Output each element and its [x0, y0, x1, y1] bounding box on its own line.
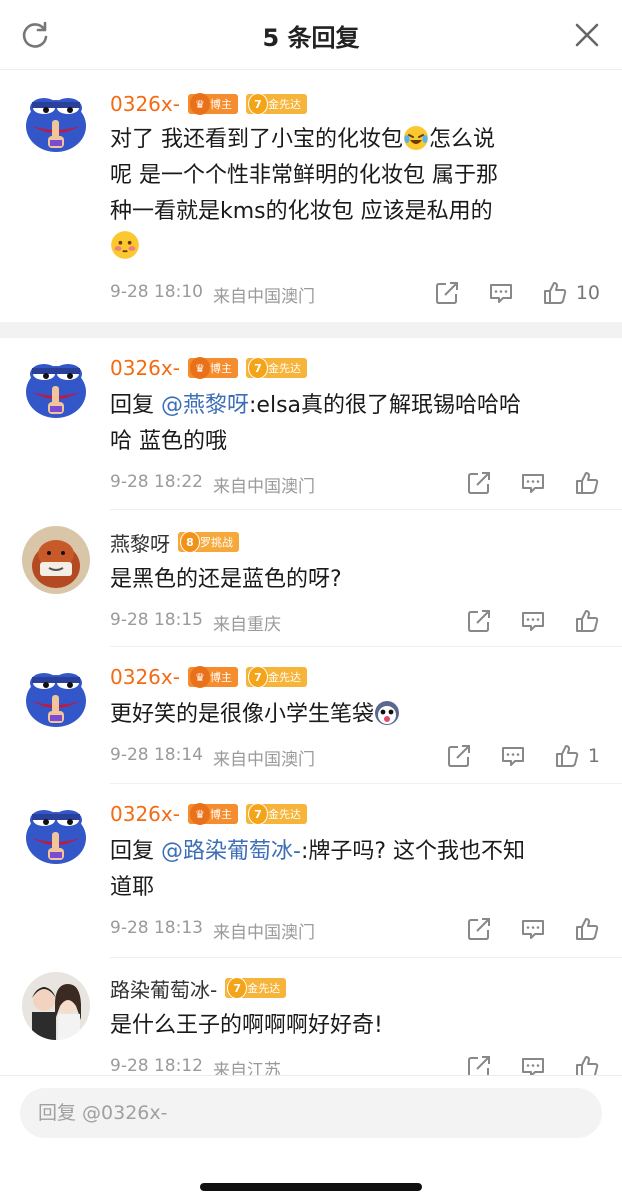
share-icon[interactable] [446, 743, 472, 769]
blogger-badge: ♛ 博主 [187, 357, 238, 379]
reply-item: 燕黎呀 8 罗挑战 是黑色的还是蓝色的呀? 9-28 18:15 来自重庆 [0, 510, 622, 647]
page-title: 5 条回复 [262, 24, 360, 52]
share-icon[interactable] [434, 280, 460, 306]
comment-time: 9-28 18:12 [110, 1056, 203, 1075]
like-icon[interactable] [542, 280, 568, 306]
crown-icon: ♛ [189, 803, 210, 825]
comment-text: 回复 @燕黎呀:elsa真的很了解珉锡哈哈哈 哈 蓝色的哦 [110, 393, 522, 454]
comment-source: 来自中国澳门 [212, 287, 315, 307]
level-badge[interactable]: 7 金先达 [225, 977, 287, 999]
comment-text: 是黑色的还是蓝色的呀? [110, 567, 342, 592]
laugh-cry-emoji-icon [404, 126, 428, 150]
comment-source: 来自江苏 [212, 1061, 281, 1075]
share-icon[interactable] [466, 1054, 492, 1075]
reply-item: 0326x- ♛ 博主 7 金先达 回复 @路染葡萄冰-:牌子吗? 这个我也不知 道… [0, 784, 622, 958]
username[interactable]: 0326x- [110, 92, 180, 116]
comment-icon[interactable] [520, 1054, 546, 1075]
like-icon[interactable] [574, 916, 600, 942]
avatar[interactable] [22, 352, 90, 420]
crown-icon: ♛ [189, 357, 210, 379]
level-badge[interactable]: 7 金先达 [245, 666, 307, 688]
share-icon[interactable] [466, 470, 492, 496]
level-badge[interactable]: 7 金先达 [245, 803, 307, 825]
comment-icon[interactable] [520, 470, 546, 496]
dog-emoji-icon [375, 701, 400, 725]
blogger-badge: ♛ 博主 [187, 803, 238, 825]
reply-item: 路染葡萄冰- 7 金先达 是什么王子的啊啊啊好好奇! 9-28 18:12 来自江… [0, 958, 622, 1075]
like-count: 10 [575, 282, 600, 304]
username[interactable]: 路染葡萄冰- [110, 974, 217, 1003]
comment-text: 是什么王子的啊啊啊好好奇! [110, 1013, 383, 1038]
header-bar: 5 条回复 [0, 0, 622, 70]
shy-emoji-icon [111, 231, 139, 259]
section-divider [0, 322, 622, 338]
main-comment: 0326x- ♛ 博主 7 金先达 对了 我还看到了小宝的化妆包 怎么说 呢 是一个个… [0, 70, 622, 322]
share-icon[interactable] [466, 608, 492, 634]
comment-icon[interactable] [520, 916, 546, 942]
username[interactable]: 0326x- [110, 665, 180, 689]
close-icon[interactable] [574, 22, 600, 48]
comment-time: 9-28 18:15 [110, 610, 203, 630]
username[interactable]: 0326x- [110, 356, 180, 380]
comment-text: 更好笑的是很像小学生笔袋 [110, 697, 598, 733]
comment-source: 来自中国澳门 [212, 923, 315, 943]
comment-time: 9-28 18:14 [110, 745, 203, 765]
comment-text: 回复 @路染葡萄冰-:牌子吗? 这个我也不知 道耶 [110, 839, 526, 900]
crown-icon: ♛ [189, 93, 210, 115]
username[interactable]: 0326x- [110, 802, 180, 826]
blogger-badge: ♛ 博主 [187, 93, 238, 115]
comment-source: 来自中国澳门 [212, 750, 315, 770]
comment-icon[interactable] [488, 280, 514, 306]
blogger-badge: ♛ 博主 [187, 666, 238, 688]
comment-thread[interactable]: 0326x- ♛ 博主 7 金先达 对了 我还看到了小宝的化妆包 怎么说 呢 是一个个… [0, 70, 622, 1075]
like-icon[interactable] [574, 608, 600, 634]
like-count: 1 [587, 745, 600, 767]
comment-time: 9-28 18:13 [110, 918, 203, 938]
level-badge[interactable]: 8 罗挑战 [178, 531, 239, 553]
avatar[interactable] [22, 972, 90, 1040]
level-badge[interactable]: 7 金先达 [245, 357, 307, 379]
comment-icon[interactable] [500, 743, 526, 769]
reply-item: 0326x- ♛ 博主 7 金先达 回复 @燕黎呀:elsa真的很了解珉锡哈哈哈 哈… [0, 338, 622, 510]
comment-source: 来自重庆 [212, 615, 281, 635]
username[interactable]: 燕黎呀 [110, 528, 170, 557]
comment-source: 来自中国澳门 [212, 477, 315, 497]
reply-item: 0326x- ♛ 博主 7 金先达 更好笑的是很像小学生笔袋 9-28 18:14 … [0, 647, 622, 784]
mention-link[interactable]: @路染葡萄冰- [161, 839, 301, 864]
avatar[interactable] [22, 798, 90, 866]
crown-icon: ♛ [189, 666, 210, 688]
comment-time: 9-28 18:22 [110, 472, 203, 492]
share-icon[interactable] [466, 916, 492, 942]
mention-link[interactable]: @燕黎呀 [161, 393, 249, 418]
level-badge[interactable]: 7 金先达 [245, 93, 307, 115]
comment-icon[interactable] [520, 608, 546, 634]
avatar[interactable] [22, 86, 90, 154]
avatar[interactable] [22, 661, 90, 729]
avatar[interactable] [22, 526, 90, 594]
reply-input[interactable] [20, 1088, 602, 1138]
reply-footer [0, 1075, 622, 1200]
reply-box[interactable] [20, 1088, 602, 1138]
like-icon[interactable] [574, 470, 600, 496]
comment-time: 9-28 18:10 [110, 282, 203, 302]
comment-text: 对了 我还看到了小宝的化妆包 怎么说 呢 是一个个性非常鲜明的化妆包 属于那 种一… [110, 122, 598, 267]
home-indicator[interactable] [200, 1183, 422, 1191]
like-icon[interactable] [554, 743, 580, 769]
like-icon[interactable] [574, 1054, 600, 1075]
